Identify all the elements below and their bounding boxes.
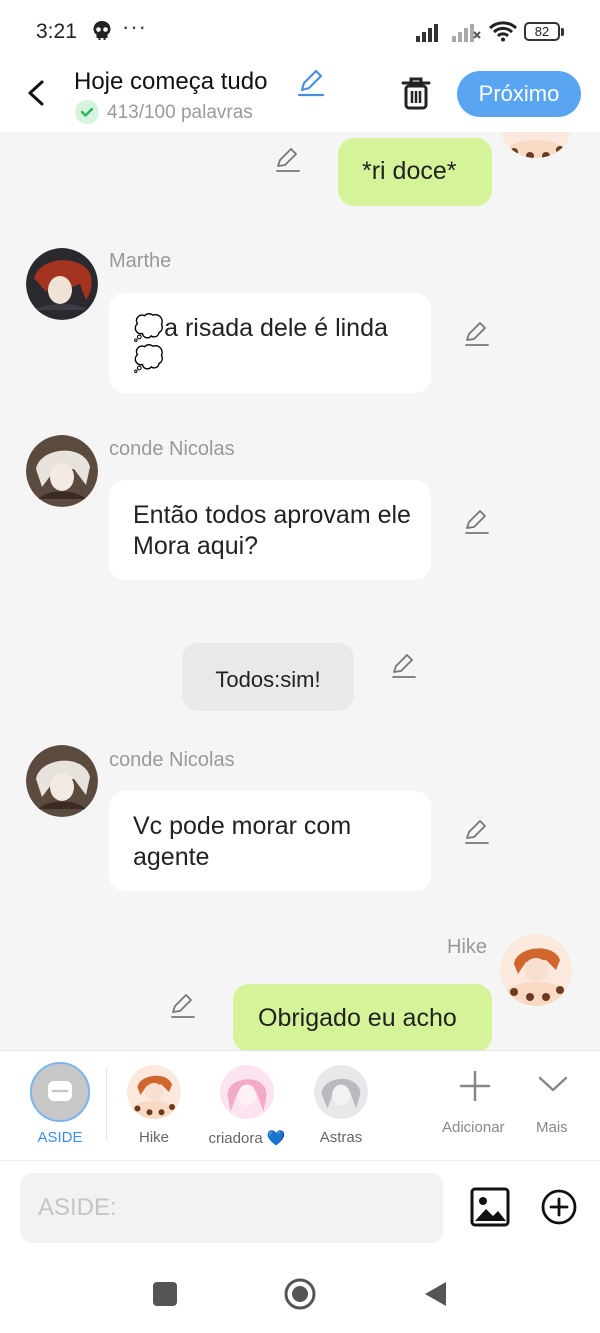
divider <box>106 1069 107 1139</box>
avatar-hike <box>127 1065 181 1119</box>
message-bubble[interactable]: 💭a risada dele é linda 💭 <box>109 293 431 393</box>
character-name: criadora 💙 <box>208 1130 286 1147</box>
check-icon <box>75 100 99 124</box>
narration-bubble[interactable]: Todos:sim! <box>182 643 354 711</box>
status-time: 3:21 <box>36 20 77 43</box>
status-more-dots: ··· <box>122 14 147 39</box>
sender-name: conde Nicolas <box>109 749 235 771</box>
add-character-button[interactable]: Adicionar <box>440 1051 510 1161</box>
message-bubble[interactable]: Obrigado eu acho <box>233 984 492 1050</box>
character-astras[interactable]: Astras <box>301 1051 381 1161</box>
avatar-marthe <box>26 248 98 320</box>
recent-apps-icon[interactable] <box>153 1282 177 1306</box>
aside-avatar[interactable] <box>30 1062 90 1122</box>
message-text: Então todos aprovam ele Mora aqui? <box>133 501 411 560</box>
avatar-hike <box>500 934 572 1006</box>
home-icon[interactable] <box>283 1277 317 1311</box>
character-selector: ASIDE Hike criadora 💙 Astras Adicionar M… <box>0 1050 600 1160</box>
back-arrow-icon[interactable] <box>22 76 52 110</box>
character-name: ASIDE <box>37 1129 83 1146</box>
word-count: 413/100 palavras <box>107 102 253 123</box>
message-text: Vc pode morar com agente <box>133 812 352 871</box>
avatar-hike <box>500 132 572 158</box>
message-bubble[interactable]: Vc pode morar com agente <box>109 791 431 891</box>
sender-name: Hike <box>447 936 488 958</box>
battery-indicator: 82 <box>524 22 564 41</box>
story-header: Hoje começa tudo 413/100 palavras Próxim… <box>0 62 600 132</box>
signal-icon <box>416 24 438 42</box>
message-text: Obrigado eu acho <box>258 1004 457 1032</box>
add-circle-icon[interactable] <box>540 1188 578 1226</box>
edit-message-icon[interactable] <box>390 652 418 680</box>
character-name: Astras <box>319 1129 363 1146</box>
chevron-down-icon <box>538 1076 568 1092</box>
story-title: Hoje começa tudo <box>74 68 268 95</box>
sender-name: conde Nicolas <box>109 438 235 460</box>
chat-area[interactable]: *ri doce* Marthe 💭a risada dele é linda … <box>0 132 600 1050</box>
edit-message-icon[interactable] <box>463 320 491 348</box>
message-bubble[interactable]: *ri doce* <box>338 138 492 206</box>
more-characters-button[interactable]: Mais <box>525 1051 585 1161</box>
more-label: Mais <box>536 1119 568 1136</box>
edit-message-icon[interactable] <box>274 146 302 174</box>
message-text: *ri doce* <box>362 157 457 185</box>
next-button[interactable]: Próximo <box>457 71 581 117</box>
edit-title-icon[interactable] <box>296 68 326 98</box>
trash-icon[interactable] <box>398 74 434 112</box>
signal-no-service-icon <box>452 24 481 42</box>
character-hike[interactable]: Hike <box>114 1051 194 1161</box>
character-criadora[interactable]: criadora 💙 <box>207 1051 287 1161</box>
edit-message-icon[interactable] <box>463 508 491 536</box>
message-text: 💭a risada dele é linda 💭 <box>133 314 388 373</box>
status-bar: 3:21 ··· 82 <box>0 0 600 62</box>
message-bubble[interactable]: Então todos aprovam ele Mora aqui? <box>109 480 431 580</box>
avatar-astras <box>314 1065 368 1119</box>
wifi-icon <box>488 21 518 42</box>
avatar-criadora <box>220 1065 274 1119</box>
system-navigation-bar <box>0 1255 600 1333</box>
edit-message-icon[interactable] <box>169 992 197 1020</box>
character-name: Hike <box>138 1129 169 1146</box>
edit-message-icon[interactable] <box>463 818 491 846</box>
input-bar <box>0 1160 600 1255</box>
skull-icon <box>93 21 111 40</box>
avatar-conde-nicolas <box>26 435 98 507</box>
add-label: Adicionar <box>442 1119 505 1136</box>
message-text: Todos:sim! <box>215 667 321 692</box>
plus-icon <box>459 1070 491 1102</box>
message-input[interactable] <box>20 1173 443 1243</box>
nav-back-icon[interactable] <box>422 1280 448 1308</box>
image-icon[interactable] <box>470 1187 510 1227</box>
avatar-conde-nicolas <box>26 745 98 817</box>
sender-name: Marthe <box>109 250 172 272</box>
